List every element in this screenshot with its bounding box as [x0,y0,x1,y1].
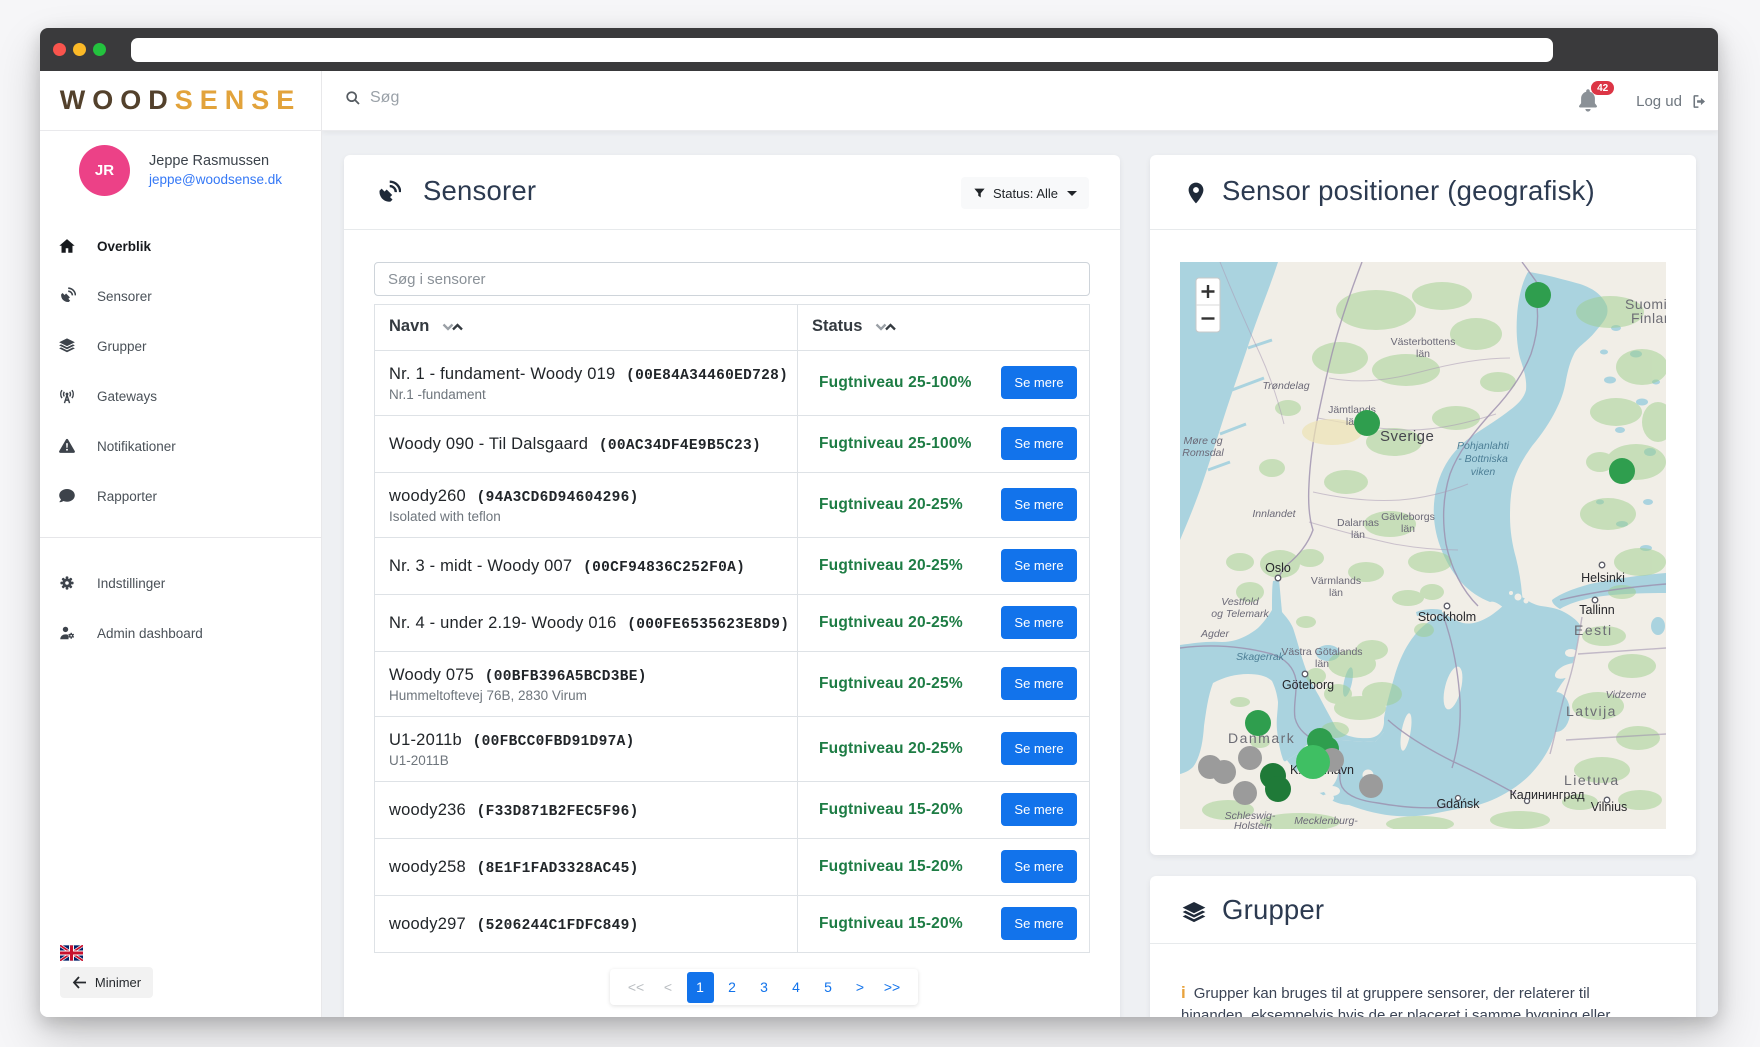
svg-text:län: län [1329,587,1343,599]
svg-text:og Telemark: og Telemark [1211,608,1269,620]
svg-text:Gävleborgs: Gävleborgs [1381,511,1435,523]
svg-text:län: län [1351,529,1365,541]
svg-text:Eesti: Eesti [1574,622,1613,638]
svg-text:Stockholm: Stockholm [1418,610,1476,624]
svg-text:Oslo: Oslo [1265,561,1291,575]
svg-text:Göteborg: Göteborg [1282,678,1334,692]
svg-text:Holstein: Holstein [1234,820,1272,829]
svg-text:Agder: Agder [1200,628,1230,640]
svg-text:Dalarnas: Dalarnas [1337,517,1379,529]
svg-text:Värmlands: Värmlands [1311,575,1361,587]
svg-text:Innlandet: Innlandet [1252,508,1296,520]
svg-text:Vestfold: Vestfold [1221,596,1260,608]
svg-text:Vidzeme: Vidzeme [1606,689,1647,701]
svg-text:Västra Götalands: Västra Götalands [1281,646,1362,658]
svg-text:lä: lä [1346,416,1354,428]
svg-text:viken: viken [1471,466,1496,478]
svg-text:Finland: Finland [1631,310,1666,326]
svg-text:Skagerrak: Skagerrak [1236,651,1285,663]
svg-text:Västerbottens: Västerbottens [1391,336,1456,348]
svg-text:län: län [1401,523,1415,535]
svg-text:Mecklenburg-: Mecklenburg- [1294,815,1358,827]
svg-text:Калининград: Калининград [1509,788,1585,802]
svg-text:Lietuva: Lietuva [1564,772,1620,788]
svg-text:Latvija: Latvija [1566,703,1617,719]
svg-text:Tallinn: Tallinn [1579,603,1614,617]
svg-text:län: län [1315,658,1329,670]
svg-text:Møre og: Møre og [1183,435,1222,447]
svg-text:- Bottniska: - Bottniska [1458,453,1508,465]
svg-text:Trøndelag: Trøndelag [1262,380,1309,392]
svg-text:Sverige: Sverige [1380,428,1434,445]
svg-text:Helsinki: Helsinki [1581,571,1625,585]
svg-text:Pohjanlahti: Pohjanlahti [1457,440,1510,452]
svg-text:Romsdal: Romsdal [1182,447,1224,459]
svg-text:län: län [1416,348,1430,360]
